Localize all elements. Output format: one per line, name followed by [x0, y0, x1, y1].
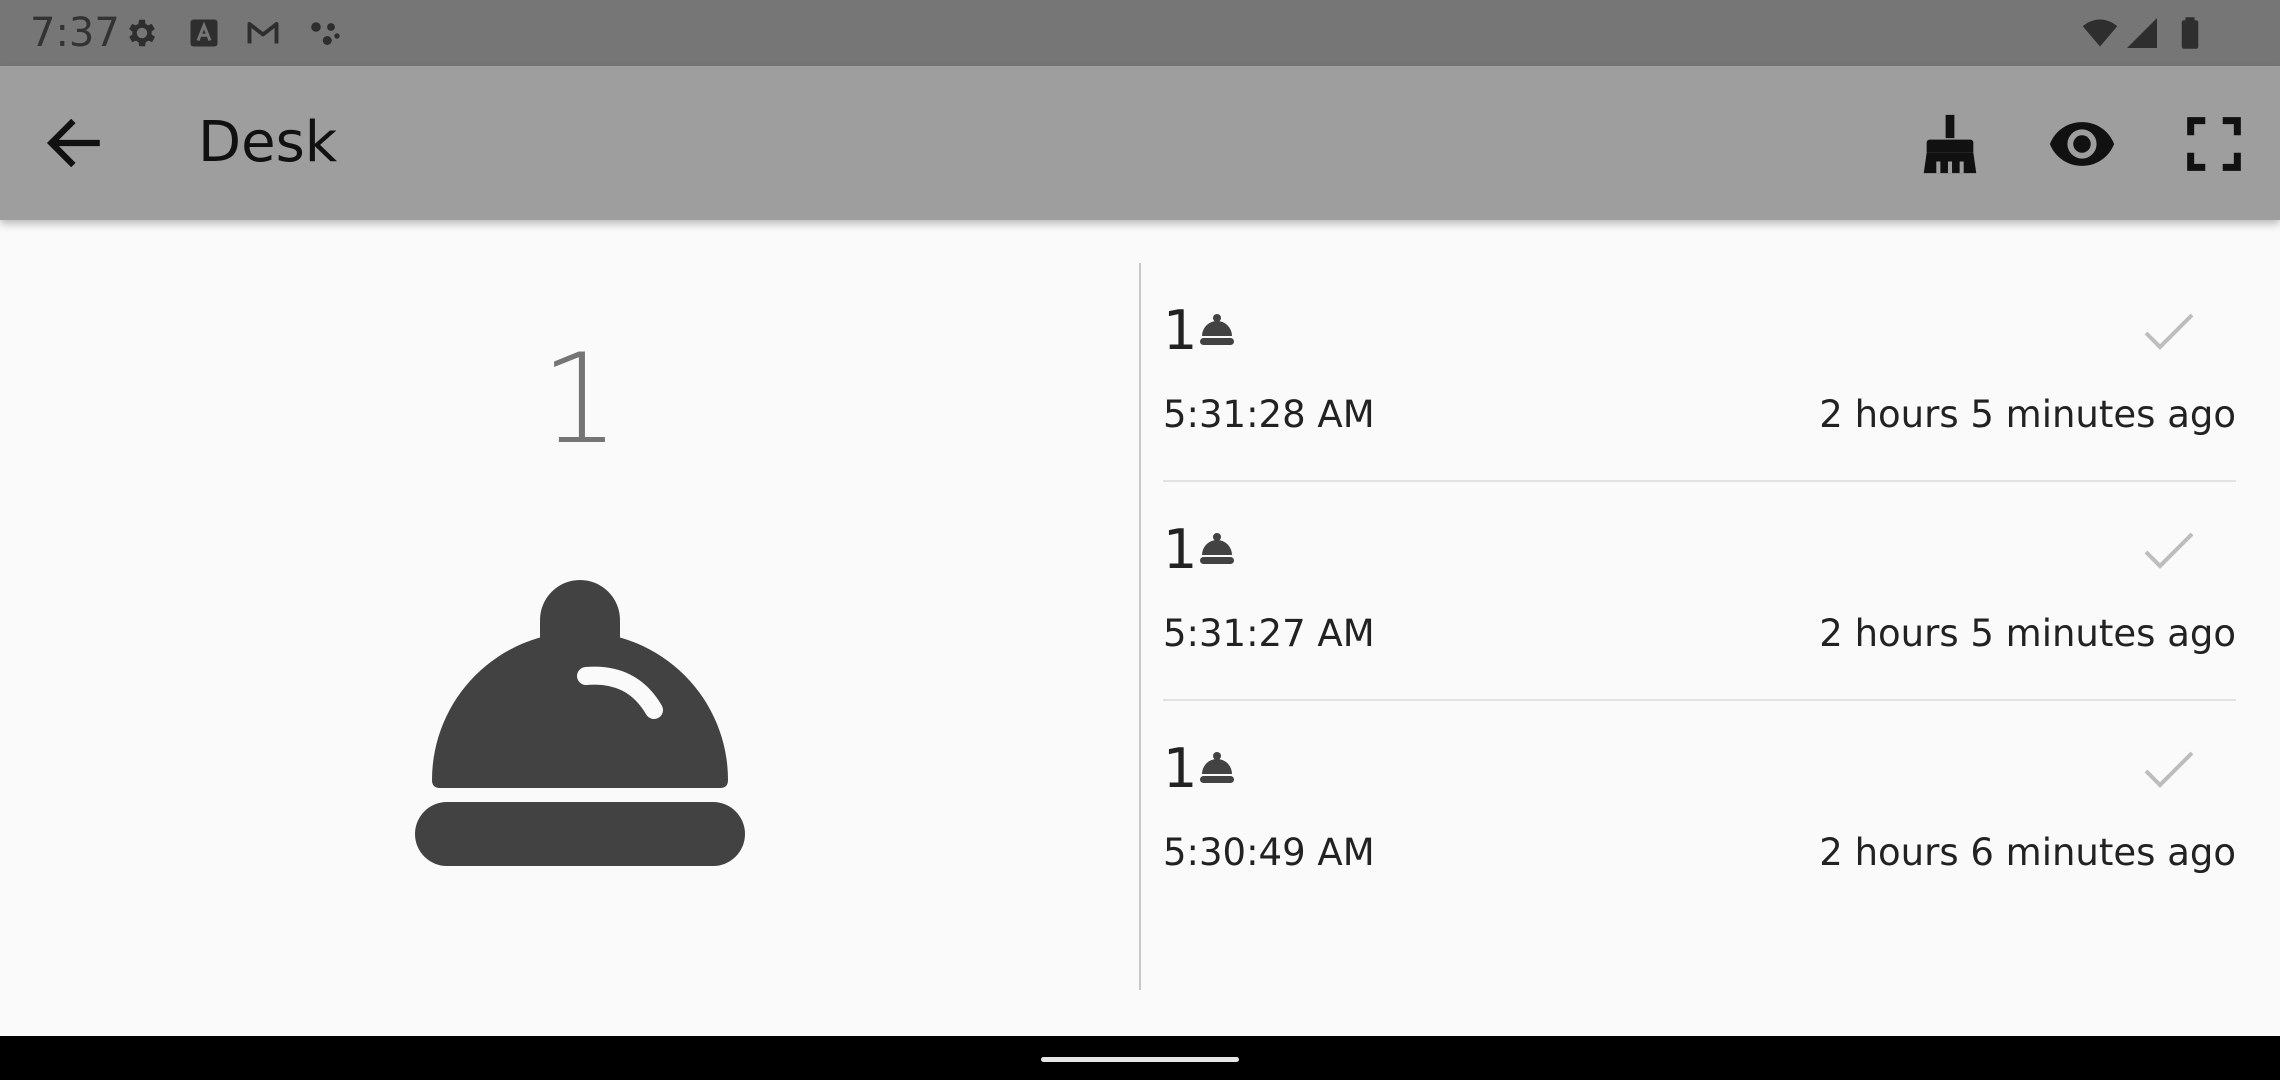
history-list: 1 5:31:28 AM 2 hours 5 minutes ago 1 5:3…	[1163, 263, 2236, 920]
bell-icon	[1199, 532, 1235, 566]
content: 1 1 5:31:28 AM 2 hours 5 minutes ago 1 5…	[0, 220, 2280, 1036]
wifi-icon	[2082, 15, 2118, 51]
bell-icon	[1199, 313, 1235, 347]
gmail-icon	[245, 15, 281, 51]
list-item[interactable]: 1 5:31:28 AM 2 hours 5 minutes ago	[1163, 263, 2236, 482]
screen: 7:37 Desk 1 1 5:31:28 AM 2 hours 5 minut…	[0, 0, 2280, 1080]
page-title: Desk	[198, 110, 338, 175]
vertical-divider	[1139, 263, 1141, 990]
navigation-bar	[0, 1036, 2280, 1080]
assistant-dots-icon	[307, 15, 343, 51]
item-count: 1	[1163, 737, 1198, 800]
eye-icon[interactable]	[2047, 109, 2117, 179]
app-bar: Desk	[0, 66, 2280, 220]
list-item[interactable]: 1 5:31:27 AM 2 hours 5 minutes ago	[1163, 482, 2236, 701]
bell-icon	[1199, 751, 1235, 785]
check-icon[interactable]	[2142, 747, 2196, 793]
item-time: 5:30:49 AM	[1163, 831, 1375, 874]
arrow-back-icon[interactable]	[40, 109, 108, 177]
battery-icon	[2172, 15, 2208, 51]
bell-icon	[412, 572, 748, 872]
list-item[interactable]: 1 5:30:49 AM 2 hours 6 minutes ago	[1163, 701, 2236, 920]
check-icon[interactable]	[2142, 309, 2196, 355]
item-relative-time: 2 hours 5 minutes ago	[1819, 393, 2236, 436]
summary-pane: 1	[0, 220, 1140, 1036]
item-count: 1	[1163, 299, 1198, 362]
fullscreen-icon[interactable]	[2179, 109, 2249, 179]
gear-icon	[124, 15, 160, 51]
signal-icon	[2124, 15, 2160, 51]
item-time: 5:31:28 AM	[1163, 393, 1375, 436]
item-relative-time: 2 hours 5 minutes ago	[1819, 612, 2236, 655]
check-icon[interactable]	[2142, 528, 2196, 574]
item-time: 5:31:27 AM	[1163, 612, 1375, 655]
home-gesture-handle[interactable]	[1041, 1057, 1239, 1062]
item-count: 1	[1163, 518, 1198, 581]
status-time: 7:37	[30, 10, 120, 56]
broom-icon[interactable]	[1915, 109, 1985, 179]
total-count: 1	[540, 328, 620, 472]
font-a-icon	[186, 15, 222, 51]
item-relative-time: 2 hours 6 minutes ago	[1819, 831, 2236, 874]
status-bar: 7:37	[0, 0, 2280, 66]
